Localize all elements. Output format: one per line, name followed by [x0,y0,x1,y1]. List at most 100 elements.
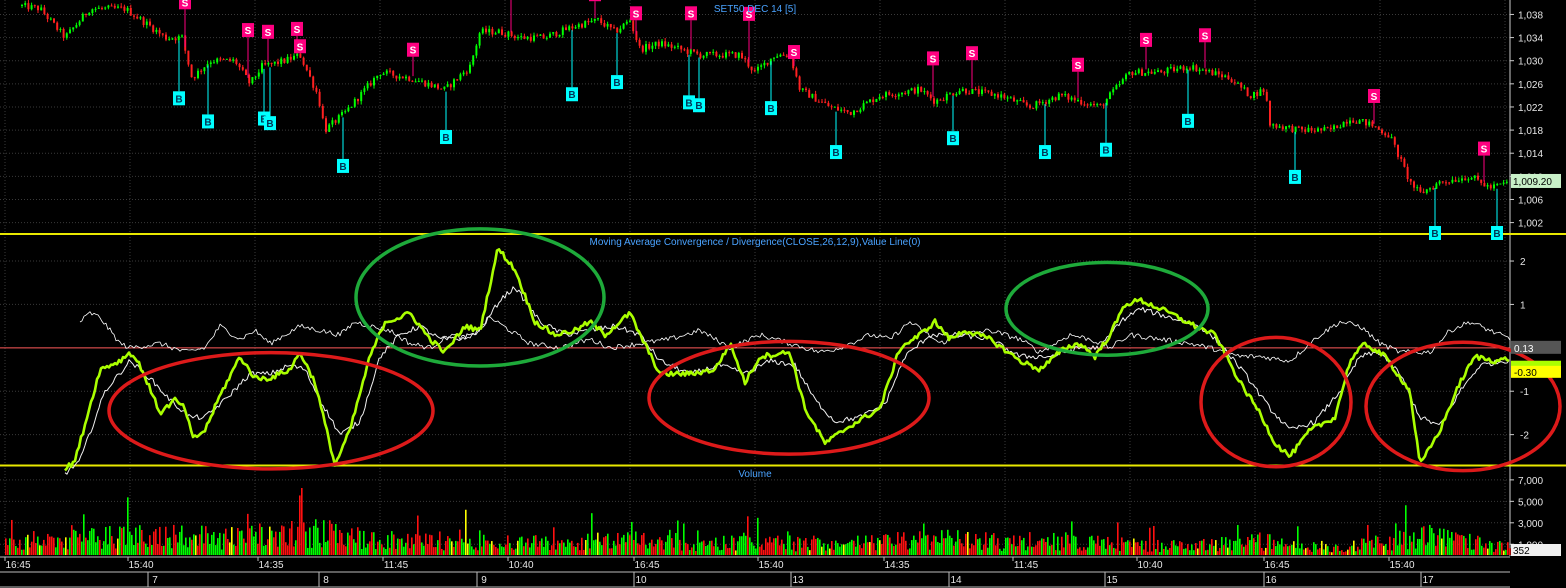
candle-body [913,88,916,94]
volume-bar [1327,546,1329,555]
volume-bar [1147,551,1149,555]
volume-bar [1059,550,1061,555]
volume-bar [1381,543,1383,555]
volume-bar [701,541,703,555]
volume-bar [787,531,789,555]
candle-body [971,88,974,94]
candle-body [1169,67,1172,69]
volume-bar [1437,535,1439,555]
volume-bar [1263,550,1265,555]
volume-bar [71,525,73,555]
volume-bar [505,544,507,555]
volume-bar [693,544,695,555]
candle-body [1006,97,1009,99]
volume-bar [1471,549,1473,555]
volume-bar [289,528,291,555]
volume-bar [75,530,77,555]
volume-bar [721,549,723,555]
candle-body [216,58,219,63]
candle-body [609,23,612,28]
volume-bar [1113,547,1115,555]
candle-body [1403,158,1406,167]
volume-bar [691,547,693,555]
volume-bar [127,497,129,555]
volume-bar [751,542,753,555]
time-axis: 16:45 15:40 14:35 11:45 10:40 16:45 15:40 14:35… [0,556,1566,588]
candle-body [693,49,695,52]
volume-bar [1061,536,1063,555]
volume-bar [393,534,395,555]
volume-bar [929,549,931,555]
volume-bar [959,539,961,555]
volume-bar [1097,535,1099,555]
volume-bar [1383,545,1385,555]
candle-body [1182,66,1185,71]
candle-body [1329,127,1332,130]
candle-body [430,82,433,88]
volume-bar [1271,549,1273,555]
candle-body [1406,166,1409,179]
candle-body [1048,99,1051,104]
candle-body [1451,179,1454,183]
volume-bar [299,495,301,555]
candle-body [485,28,487,33]
candle-body [709,51,711,53]
candle-body [1035,101,1038,109]
candle-body [475,45,478,56]
volume-bar [1361,538,1363,555]
candle-body [1214,71,1217,76]
candle-body [1150,71,1153,74]
candle-body [1173,67,1175,72]
volume-bar [947,529,949,555]
volume-bar [957,530,959,555]
volume-bar [265,545,267,555]
volume-bar [655,543,657,555]
volume-bar [49,536,51,555]
candle-body [625,21,628,24]
volume-bar [667,535,669,555]
candle-body [901,92,903,95]
stock-chart-canvas[interactable]: BBBBBBBBBBBBBBBBBBBSSSSSSSSSSSSSSSSSSS 1… [0,0,1566,588]
candle-body [929,94,932,99]
volume-bar [309,527,311,555]
volume-bar [1495,549,1497,555]
volume-bar [385,549,387,555]
candle-body [501,29,503,35]
volume-bar [379,539,381,555]
volume-bar [275,531,277,555]
volume-bar [1469,533,1471,555]
candle-body [1016,100,1019,102]
volume-bar [981,549,983,555]
candle-body [1400,156,1403,159]
volume-bar [1287,546,1289,555]
volume-bar [163,545,165,555]
volume-bar [799,538,801,555]
candle-body [334,120,337,123]
volume-bar [833,549,835,555]
volume-bar [133,545,135,555]
volume-bar [933,535,935,555]
candle-body [62,28,65,38]
volume-bar [779,545,781,555]
candle-body [85,13,87,16]
candle-body [629,20,631,22]
volume-bar [713,546,715,555]
volume-bar [1317,549,1319,555]
candle-body [302,57,305,65]
volume-bar [605,536,607,555]
candle-body [1505,181,1508,183]
candle-body [357,98,359,102]
volume-bar [885,534,887,555]
candle-body [782,54,785,56]
volume-bar [1051,544,1053,555]
candle-body [427,82,430,87]
volume-bar [541,538,543,555]
volume-bar [1367,524,1369,555]
candle-body [1285,126,1287,130]
volume-bar [351,528,353,555]
candle-body [1157,70,1159,72]
volume-bar [1037,541,1039,555]
price-axis-label: 1,022 [1518,103,1543,114]
candle-body [1240,82,1243,88]
volume-bar [813,535,815,555]
